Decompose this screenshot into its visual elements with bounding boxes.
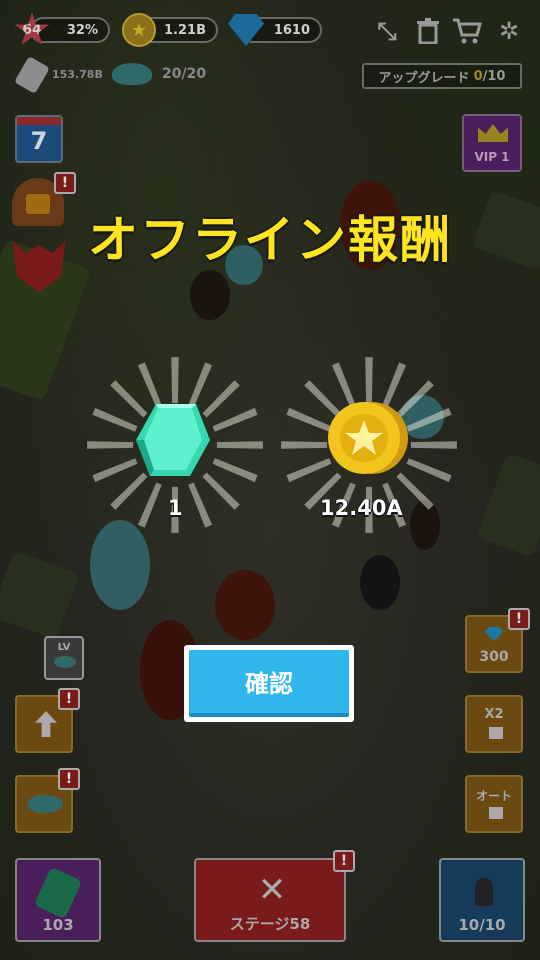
soldier-icon <box>475 878 493 906</box>
bat-eye-icon <box>54 656 76 668</box>
bat-unit-icon <box>112 63 152 85</box>
double-speed-label: X2 <box>484 707 504 722</box>
auto-label: オート <box>475 789 512 803</box>
dps-value: 153.78B <box>52 68 103 81</box>
army-count: 10/10 <box>458 916 506 934</box>
upgrade-alert-badge: ! <box>58 688 80 710</box>
level-progress-bar: 32% <box>30 17 110 43</box>
vip-label: VIP 1 <box>474 150 510 164</box>
vip-button[interactable]: VIP 1 <box>462 114 522 172</box>
stage-label: ステージ58 <box>229 915 311 933</box>
bat-alert-badge: ! <box>58 768 80 790</box>
gem-offer-alert-badge: ! <box>508 608 530 630</box>
confirm-button[interactable]: 確認 <box>184 645 354 722</box>
upgrade-label: アップグレード <box>378 70 470 86</box>
upgrade-button[interactable]: アップグレード 0/10 <box>362 63 522 89</box>
lv-label: LV <box>57 642 71 653</box>
calendar-day: 7 <box>30 127 48 155</box>
up-arrow-icon <box>35 711 57 737</box>
gold-coin-icon <box>328 402 408 474</box>
stage-alert-badge: ! <box>333 850 355 872</box>
coin-reward-amount: 12.40A <box>320 496 403 520</box>
collapse-arrows-icon[interactable]: ⤡ <box>372 16 402 46</box>
chest-alert-badge: ! <box>54 172 76 194</box>
video-play-icon <box>489 727 503 739</box>
confirm-label: 確認 <box>189 650 349 717</box>
army-button[interactable]: 10/10 <box>439 858 525 942</box>
auto-button[interactable]: オート <box>465 775 523 833</box>
gem-amount: 1610 <box>273 22 310 38</box>
shop-cart-icon[interactable] <box>452 16 482 46</box>
bat-count: 20/20 <box>162 66 207 82</box>
green-gem-icon <box>33 866 83 920</box>
coin-amount: 1.21B <box>164 22 206 38</box>
gem-reward-amount: 1 <box>168 496 183 520</box>
gem-inventory-button[interactable]: 103 <box>15 858 101 942</box>
offline-reward-title: オフライン報酬 <box>88 211 452 269</box>
settings-gear-icon[interactable]: ✲ <box>494 16 524 46</box>
gem-offer-amount: 300 <box>479 649 509 665</box>
level-progress-text: 32% <box>66 22 98 38</box>
emerald-gem-icon <box>136 404 210 476</box>
auto-video-icon <box>489 807 503 819</box>
upgrade-current: 0 <box>473 68 483 84</box>
stage-button[interactable]: ✕ ステージ58 <box>194 858 346 942</box>
bat-icon <box>27 795 63 813</box>
upgrade-total: /10 <box>482 68 506 84</box>
coin-icon: ★ <box>122 13 156 47</box>
trash-icon[interactable] <box>413 16 443 46</box>
gem-inventory-count: 103 <box>42 916 74 934</box>
crossed-swords-icon: ✕ <box>257 870 287 910</box>
gem-offer-diamond-icon <box>485 627 503 641</box>
crown-icon <box>478 124 508 142</box>
level-up-info-button[interactable]: LV <box>44 636 84 680</box>
daily-calendar-button[interactable]: 7 <box>15 115 63 163</box>
double-speed-button[interactable]: X2 <box>465 695 523 753</box>
